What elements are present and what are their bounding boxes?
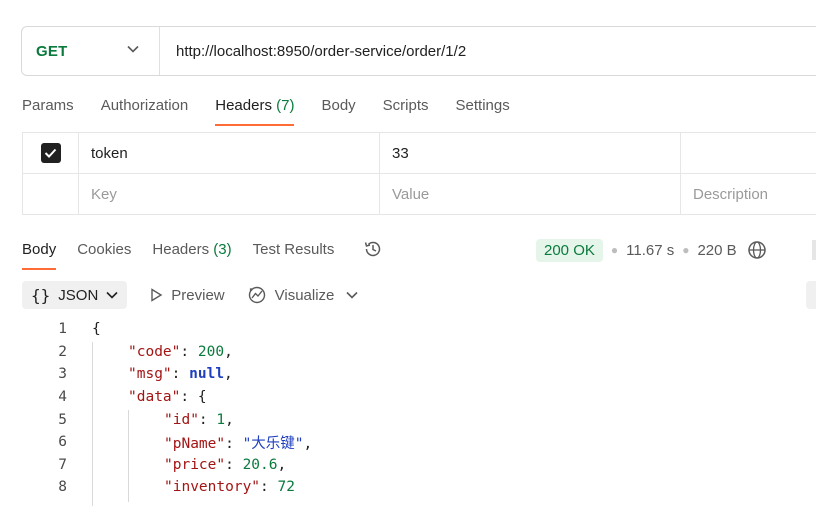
visualize-button[interactable]: Visualize bbox=[247, 285, 335, 305]
json-pair: "inventory": 72 bbox=[164, 479, 295, 496]
line-number: 8 bbox=[58, 479, 67, 496]
chevron-down-icon bbox=[127, 45, 139, 53]
json-pair: "data": { bbox=[128, 389, 207, 406]
code-line: 3 "msg": null, bbox=[0, 363, 816, 386]
json-pair: "code": 200, bbox=[128, 343, 233, 360]
format-select[interactable]: {} JSON bbox=[22, 281, 128, 309]
table-row: Key Value Description bbox=[22, 174, 816, 215]
visualize-label: Visualize bbox=[274, 286, 335, 304]
header-value-cell[interactable]: 33 bbox=[380, 133, 681, 173]
response-time[interactable]: 11.67 s bbox=[626, 242, 674, 259]
request-url-bar: GET http://localhost:8950/order-service/… bbox=[21, 26, 816, 76]
line-number: 6 bbox=[58, 434, 67, 451]
method-select[interactable]: GET bbox=[22, 27, 160, 75]
url-input[interactable]: http://localhost:8950/order-service/orde… bbox=[160, 43, 466, 60]
line-number: 4 bbox=[58, 389, 67, 406]
more-menu-button[interactable] bbox=[806, 281, 816, 309]
visualize-icon bbox=[248, 286, 265, 304]
value-placeholder-input[interactable]: Value bbox=[380, 174, 681, 214]
response-status: 200 OK ● 11.67 s ● 220 B bbox=[536, 237, 767, 263]
json-key: "pName" bbox=[164, 435, 226, 452]
tab-params[interactable]: Params bbox=[22, 94, 74, 126]
response-toolbar: {} JSON Preview Visualize bbox=[22, 281, 358, 309]
json-brace: { bbox=[197, 389, 207, 406]
code-line: 2 "code": 200, bbox=[0, 341, 816, 364]
json-pair: "id": 1, bbox=[164, 411, 234, 428]
chevron-down-icon bbox=[106, 291, 118, 299]
header-key-cell[interactable]: token bbox=[79, 133, 380, 173]
history-icon[interactable] bbox=[363, 239, 383, 259]
table-row: token 33 bbox=[22, 133, 816, 174]
preview-label: Preview bbox=[171, 286, 225, 304]
json-key: "inventory" bbox=[164, 479, 261, 496]
tab-body[interactable]: Body bbox=[321, 94, 355, 126]
code-line: 1 { bbox=[0, 318, 816, 341]
row-checkbox-cell bbox=[22, 174, 79, 214]
json-key: "id" bbox=[164, 411, 199, 428]
panel-divider bbox=[812, 240, 816, 260]
json-pair: "msg": null, bbox=[128, 366, 233, 383]
tab-test-results[interactable]: Test Results bbox=[253, 238, 335, 270]
tab-authorization[interactable]: Authorization bbox=[101, 94, 189, 126]
format-label: JSON bbox=[58, 286, 99, 304]
response-size[interactable]: 220 B bbox=[697, 242, 736, 259]
headers-table: token 33 Key Value Description bbox=[22, 132, 816, 215]
code-line: 7 "price": 20.6, bbox=[0, 454, 816, 477]
separator-dot: ● bbox=[610, 243, 619, 257]
method-label: GET bbox=[36, 42, 68, 60]
tab-headers-count: (7) bbox=[276, 97, 295, 114]
json-key: "price" bbox=[164, 456, 226, 473]
status-badge[interactable]: 200 OK bbox=[536, 238, 603, 262]
row-enabled-checkbox[interactable] bbox=[40, 143, 61, 163]
preview-button[interactable]: Preview bbox=[149, 286, 225, 304]
line-number: 2 bbox=[58, 343, 67, 360]
json-brace: { bbox=[92, 321, 101, 338]
json-number: 72 bbox=[277, 479, 295, 496]
tab-scripts[interactable]: Scripts bbox=[383, 94, 429, 126]
response-body-viewer[interactable]: 1 { 2 "code": 200, 3 "msg": null, 4 "dat… bbox=[0, 318, 816, 499]
row-checkbox-cell bbox=[22, 133, 79, 173]
code-line: 8 "inventory": 72 bbox=[0, 476, 816, 499]
braces-icon: {} bbox=[31, 285, 51, 305]
tab-headers-label: Headers bbox=[215, 97, 272, 114]
chevron-down-icon[interactable] bbox=[346, 291, 358, 299]
json-number: 20.6 bbox=[242, 456, 278, 473]
tab-response-headers[interactable]: Headers (3) bbox=[152, 238, 231, 270]
line-number: 7 bbox=[58, 456, 67, 473]
json-key: "code" bbox=[128, 343, 181, 360]
key-placeholder-input[interactable]: Key bbox=[79, 174, 380, 214]
json-number: 1 bbox=[216, 411, 226, 428]
description-placeholder-input[interactable]: Description bbox=[681, 174, 816, 214]
tab-headers[interactable]: Headers (7) bbox=[215, 94, 295, 126]
json-null: null bbox=[189, 366, 225, 383]
response-tabs: Body Cookies Headers (3) Test Results bbox=[22, 238, 383, 270]
tab-response-headers-label: Headers bbox=[152, 241, 210, 258]
separator-dot: ● bbox=[682, 243, 690, 257]
code-line: 4 "data": { bbox=[0, 386, 816, 409]
json-pair: "price": 20.6, bbox=[164, 456, 287, 473]
line-number: 1 bbox=[58, 321, 67, 338]
request-tabs: Params Authorization Headers (7) Body Sc… bbox=[22, 94, 537, 126]
code-line: 5 "id": 1, bbox=[0, 408, 816, 431]
line-number: 3 bbox=[58, 366, 67, 383]
play-icon bbox=[151, 288, 163, 302]
tab-response-headers-count: (3) bbox=[213, 241, 232, 258]
globe-icon[interactable] bbox=[747, 240, 767, 260]
json-pair: "pName": "大乐键", bbox=[164, 435, 313, 452]
tab-response-body[interactable]: Body bbox=[22, 238, 57, 270]
code-line: 6 "pName": "大乐键", bbox=[0, 431, 816, 454]
header-description-cell[interactable] bbox=[681, 133, 816, 173]
json-number: 200 bbox=[197, 343, 225, 360]
tab-cookies[interactable]: Cookies bbox=[77, 238, 131, 270]
line-number: 5 bbox=[58, 411, 67, 428]
json-string: "大乐键" bbox=[242, 435, 304, 452]
json-key: "msg" bbox=[128, 366, 172, 383]
tab-settings[interactable]: Settings bbox=[456, 94, 510, 126]
json-key: "data" bbox=[128, 389, 181, 406]
check-icon bbox=[44, 148, 57, 158]
